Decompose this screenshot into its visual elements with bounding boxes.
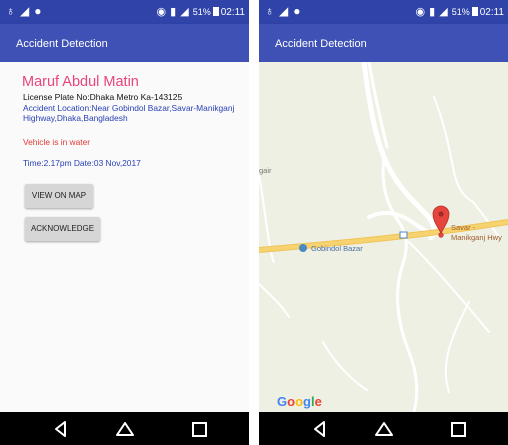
- nav-bar: [0, 412, 249, 445]
- bus-stop-icon[interactable]: [399, 231, 408, 239]
- map-screen: ♁◢● ◉ ▮ ◢ 51% 02:11 Accident Detection Gobin…: [259, 0, 508, 445]
- marker-label-line1: Savar -: [451, 223, 476, 232]
- status-bar-map: ♁◢● ◉ ▮ ◢ 51% 02:11: [259, 0, 508, 24]
- vehicle-status: Vehicle is in water: [23, 137, 91, 147]
- status-bar: ♁◢● ◉ ▮ ◢ 51% 02:11: [0, 0, 249, 24]
- battery-icon: [471, 7, 478, 16]
- map-view[interactable]: Gobindol Bazar gair Savar - Manikganj Hw…: [259, 62, 508, 412]
- status-indicators-map: ◉ ▮ ◢ 51% 02:11: [416, 5, 504, 18]
- wifi-icon: ◉: [415, 6, 426, 18]
- place-label-gobindol: Gobindol Bazar: [311, 244, 363, 253]
- recents-icon[interactable]: [188, 418, 212, 440]
- details-screen: ♁◢● ◉ ▮ ◢ 51% 02:11 Accident Detection Maruf…: [0, 0, 249, 445]
- place-dot-icon[interactable]: [299, 244, 307, 252]
- wifi-icon: ◉: [156, 6, 167, 18]
- sim-icon: ▮: [429, 6, 436, 18]
- acknowledge-button[interactable]: ACKNOWLEDGE: [25, 217, 100, 241]
- marker-label-line2: Manikganj Hwy: [451, 233, 502, 242]
- sim-icon: ▮: [170, 6, 177, 18]
- view-on-map-button[interactable]: VIEW ON MAP: [25, 184, 93, 208]
- battery-percent-map: 51%: [451, 7, 470, 17]
- home-icon[interactable]: [372, 418, 396, 440]
- accident-datetime: Time:2.17pm Date:03 Nov,2017: [23, 158, 141, 168]
- home-icon[interactable]: [113, 418, 137, 440]
- back-icon[interactable]: [309, 418, 333, 440]
- app-bar: Accident Detection: [0, 24, 249, 62]
- battery-percent: 51%: [192, 7, 211, 17]
- google-logo: Google: [277, 394, 322, 409]
- status-indicators: ◉ ▮ ◢ 51% 02:11: [157, 5, 245, 18]
- signal-icon: ◢: [439, 6, 448, 18]
- app-bar-map: Accident Detection: [259, 24, 508, 62]
- battery-icon: [212, 7, 219, 16]
- driver-name: Maruf Abdul Matin: [22, 74, 139, 90]
- signal-icon: ◢: [180, 6, 189, 18]
- recents-icon[interactable]: [447, 418, 471, 440]
- app-title: Accident Detection: [16, 38, 108, 50]
- nav-bar-map: [259, 412, 508, 445]
- back-icon[interactable]: [50, 418, 74, 440]
- clock: 02:11: [220, 7, 245, 18]
- app-title-map: Accident Detection: [275, 38, 367, 50]
- details-content: Maruf Abdul Matin License Plate No:Dhaka…: [0, 62, 249, 412]
- accident-location: Accident Location:Near Gobindol Bazar,Sa…: [23, 103, 235, 123]
- map-edge-label: gair: [259, 166, 272, 175]
- clock-map: 02:11: [479, 7, 504, 18]
- notification-icons: ♁◢●: [6, 4, 47, 18]
- notification-icons-map: ♁◢●: [265, 4, 306, 18]
- license-plate: License Plate No:Dhaka Metro Ka-143125: [23, 92, 183, 102]
